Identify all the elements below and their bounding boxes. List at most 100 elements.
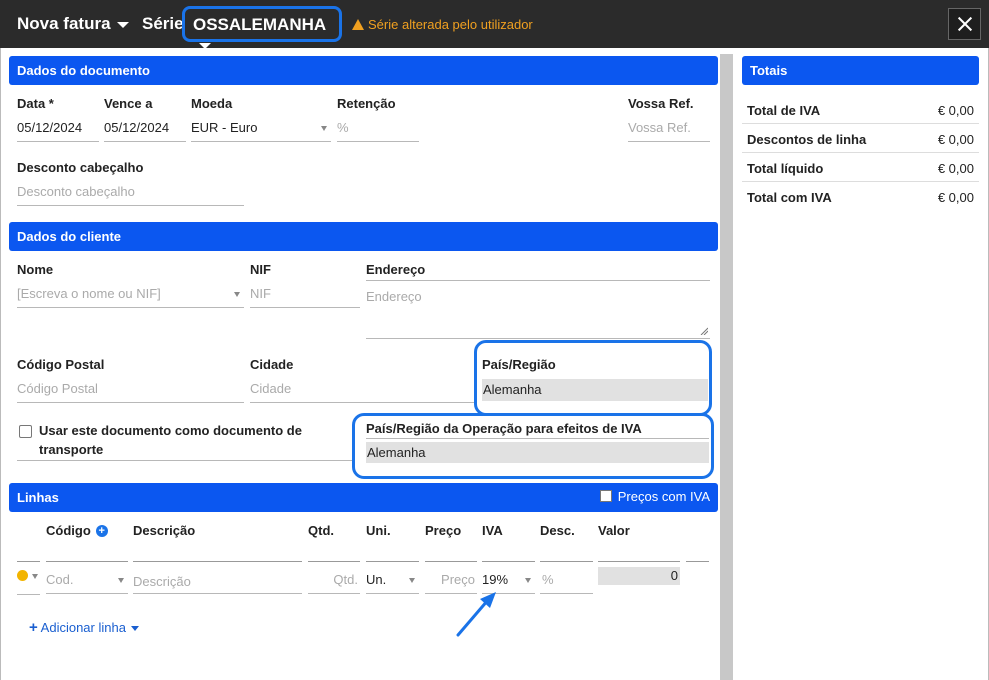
col-preco: Preço <box>425 523 462 538</box>
warning-text: Série alterada pelo utilizador <box>368 17 533 32</box>
header-underline <box>540 561 593 562</box>
total-label: Total líquido <box>747 161 824 176</box>
row-valor-field: 0 <box>598 567 680 585</box>
add-line-label: Adicionar linha <box>40 620 126 635</box>
row-desc-field[interactable]: % <box>540 566 593 594</box>
moeda-label: Moeda <box>191 96 233 111</box>
col-qtd: Qtd. <box>308 523 334 538</box>
col-descricao: Descrição <box>133 523 196 538</box>
chevron-down-icon <box>118 578 124 583</box>
total-row: Total líquido € 0,00 <box>742 153 979 182</box>
row-qtd-field[interactable]: Qtd. <box>308 566 360 594</box>
pais-value: Alemanha <box>483 382 542 397</box>
vence-value: 05/12/2024 <box>104 120 170 135</box>
moeda-select[interactable]: EUR - Euro <box>191 114 331 142</box>
data-value: 05/12/2024 <box>17 120 83 135</box>
data-field[interactable]: 05/12/2024 <box>17 114 99 142</box>
section-totais-header: Totais <box>742 56 979 85</box>
pais-iva-divider <box>366 438 709 439</box>
cidade-label: Cidade <box>250 357 294 372</box>
cidade-field[interactable]: Cidade <box>250 375 476 403</box>
section-cliente-header: Dados do cliente <box>9 222 718 251</box>
header-underline <box>425 561 477 562</box>
pais-field-wrap: Alemanha <box>482 375 708 403</box>
nif-field[interactable]: NIF <box>250 280 360 308</box>
nome-placeholder: [Escreva o nome ou NIF] <box>17 286 161 301</box>
nome-select[interactable]: [Escreva o nome ou NIF] <box>17 280 244 308</box>
row-uni-value: Un. <box>366 572 387 587</box>
col-codigo-label: Código <box>46 523 91 538</box>
pais-iva-field[interactable]: Alemanha <box>366 442 709 463</box>
scrollbar[interactable] <box>720 54 733 680</box>
row-codigo-placeholder: Cod. <box>46 572 74 587</box>
header-underline <box>366 561 419 562</box>
header-underline <box>308 561 360 562</box>
nif-placeholder: NIF <box>250 286 271 301</box>
total-label: Total com IVA <box>747 190 832 205</box>
document-type-dropdown[interactable]: Nova fatura <box>17 14 129 34</box>
retencao-field[interactable]: % <box>337 114 419 142</box>
desconto-label: Desconto cabeçalho <box>17 160 144 175</box>
cp-placeholder: Código Postal <box>17 381 98 396</box>
row-iva-value: 19% <box>482 572 509 587</box>
total-row: Total com IVA € 0,00 <box>742 182 979 211</box>
endereco-textarea[interactable]: Endereço <box>366 280 710 339</box>
serie-label: Série <box>142 14 184 33</box>
cp-label: Código Postal <box>17 357 105 372</box>
data-label: Data * <box>17 96 54 111</box>
row-codigo-select[interactable]: Cod. <box>46 566 128 594</box>
nif-label: NIF <box>250 262 271 277</box>
col-uni: Uni. <box>366 523 391 538</box>
close-button[interactable] <box>948 8 981 40</box>
resize-handle-icon[interactable] <box>700 327 708 335</box>
row-descricao-placeholder: Descrição <box>133 574 191 589</box>
pais-label: País/Região <box>482 357 556 372</box>
cp-field[interactable]: Código Postal <box>17 375 244 403</box>
total-value: € 0,00 <box>937 103 974 118</box>
top-bar: Nova fatura Série OSSALEMANHA Série alte… <box>0 0 989 49</box>
desconto-field[interactable]: Desconto cabeçalho <box>17 178 244 206</box>
header-underline <box>482 561 535 562</box>
tax-status-icon[interactable] <box>17 570 28 581</box>
total-value: € 0,00 <box>937 132 974 147</box>
vence-label: Vence a <box>104 96 153 111</box>
row-desc-placeholder: % <box>542 572 554 587</box>
precos-iva-label: Preços com IVA <box>617 489 710 504</box>
transporte-checkbox[interactable] <box>19 425 32 438</box>
pais-field[interactable]: Alemanha <box>482 379 708 401</box>
retencao-label: Retenção <box>337 96 396 111</box>
header-underline <box>598 561 680 562</box>
add-line-button[interactable]: + Adicionar linha <box>29 619 139 636</box>
total-value: € 0,00 <box>937 190 974 205</box>
serie-value: OSSALEMANHA <box>193 15 327 34</box>
header-underline <box>17 561 40 562</box>
add-product-icon[interactable]: + <box>95 525 108 537</box>
vossa-ref-label: Vossa Ref. <box>628 96 694 111</box>
total-label: Total de IVA <box>747 103 821 118</box>
moeda-value: EUR - Euro <box>191 120 258 135</box>
section-linhas-header: Linhas Preços com IVA <box>9 483 718 512</box>
desconto-placeholder: Desconto cabeçalho <box>17 184 135 199</box>
row-uni-select[interactable]: Un. <box>366 566 419 594</box>
total-row: Total de IVA € 0,00 <box>742 95 979 124</box>
row-divider <box>17 594 40 595</box>
document-type-label: Nova fatura <box>17 14 111 33</box>
annotation-arrow-icon <box>456 592 496 637</box>
precos-iva-toggle[interactable]: Preços com IVA <box>599 489 710 504</box>
chevron-down-icon <box>321 126 327 131</box>
chevron-down-icon[interactable] <box>32 574 38 579</box>
endereco-label: Endereço <box>366 262 426 277</box>
precos-iva-checkbox[interactable] <box>599 490 612 502</box>
retencao-placeholder: % <box>337 120 349 135</box>
endereco-placeholder: Endereço <box>366 289 422 304</box>
vossa-ref-field[interactable]: Vossa Ref. <box>628 114 710 142</box>
row-valor-value: 0 <box>670 568 678 583</box>
total-row: Descontos de linha € 0,00 <box>742 124 979 153</box>
serie-dropdown[interactable]: OSSALEMANHA <box>182 6 342 49</box>
row-descricao-field[interactable]: Descrição <box>133 566 302 594</box>
vence-field[interactable]: 05/12/2024 <box>104 114 186 142</box>
pais-iva-label: País/Região da Operação para efeitos de … <box>366 421 642 436</box>
col-valor: Valor <box>598 523 630 538</box>
cidade-placeholder: Cidade <box>250 381 292 396</box>
pais-iva-value: Alemanha <box>367 445 426 460</box>
